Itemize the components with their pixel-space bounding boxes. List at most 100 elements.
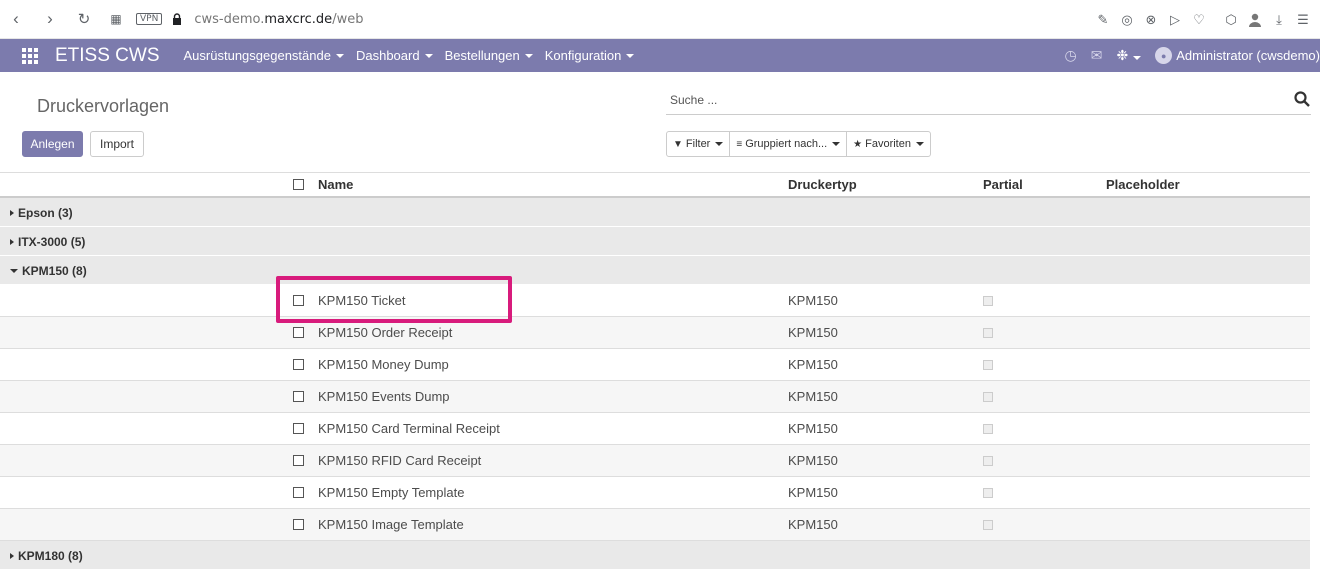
table-row[interactable]: KPM150 Empty Template KPM150	[0, 477, 1310, 509]
row-printer-type: KPM150	[788, 517, 838, 532]
import-button[interactable]: Import	[90, 131, 144, 157]
group-row-kpm150[interactable]: KPM150 (8)	[0, 256, 1310, 285]
caret-down-icon	[424, 53, 433, 58]
group-row-itx3000[interactable]: ITX-3000 (5)	[0, 227, 1310, 256]
row-checkbox[interactable]	[293, 359, 304, 370]
row-checkbox[interactable]	[293, 519, 304, 530]
menu-label: Konfiguration	[544, 48, 622, 63]
table-row[interactable]: KPM150 Card Terminal Receipt KPM150	[0, 413, 1310, 445]
reload-icon[interactable]: ↻	[74, 9, 94, 29]
menu-label: Bestellungen	[444, 48, 520, 63]
row-printer-type: KPM150	[788, 453, 838, 468]
create-button[interactable]: Anlegen	[22, 131, 83, 157]
row-printer-type: KPM150	[788, 293, 838, 308]
user-menu[interactable]: Administrator (cwsdemo)	[1176, 48, 1320, 63]
camera-icon[interactable]: ◎	[1116, 9, 1138, 31]
table-row[interactable]: KPM150 Money Dump KPM150	[0, 349, 1310, 381]
star-icon: ★	[853, 138, 863, 150]
row-name: KPM150 Empty Template	[318, 485, 465, 500]
table-row[interactable]: KPM150 RFID Card Receipt KPM150	[0, 445, 1310, 477]
list-view: Name Druckertyp Partial Placeholder Epso…	[0, 172, 1310, 570]
table-row[interactable]: KPM150 Events Dump KPM150	[0, 381, 1310, 413]
filter-button[interactable]: ▼ Filter	[666, 131, 731, 157]
avatar[interactable]: ●	[1155, 47, 1173, 64]
top-menu: Ausrüstungsgegenstände Dashboard Bestell…	[184, 48, 647, 63]
row-name: KPM150 Image Template	[318, 517, 464, 532]
menu-label: Dashboard	[355, 48, 420, 63]
control-panel: Druckervorlagen Anlegen Import ▼Filter ≡…	[0, 72, 1320, 172]
favorites-label: Favoriten	[865, 138, 911, 150]
share-icon[interactable]: ✎	[1092, 9, 1114, 31]
menu-ausruestung[interactable]: Ausrüstungsgegenstände	[184, 48, 344, 63]
column-name[interactable]: Name	[318, 173, 353, 196]
download-icon[interactable]: ⤓	[1268, 9, 1290, 31]
search-bar	[666, 87, 1311, 115]
search-input[interactable]	[666, 87, 1311, 113]
speed-dial-icon[interactable]: ▦	[106, 9, 126, 29]
url-domain: maxcrc.de	[264, 11, 333, 27]
select-all-checkbox[interactable]	[293, 179, 304, 190]
row-checkbox[interactable]	[293, 455, 304, 466]
favorites-button[interactable]: ★ Favoriten	[846, 131, 931, 157]
partial-checkbox	[983, 327, 993, 338]
group-row-epson[interactable]: Epson (3)	[0, 198, 1310, 227]
row-checkbox[interactable]	[293, 391, 304, 402]
table-row[interactable]: KPM150 Image Template KPM150	[0, 509, 1310, 541]
browser-toolbar: ‹ › ↻ ▦ VPN cws-demo.maxcrc.de/web ✎ ◎ ⊗…	[0, 0, 1320, 39]
row-printer-type: KPM150	[788, 357, 838, 372]
column-placeholder[interactable]: Placeholder	[1106, 173, 1180, 196]
list-icon: ≡	[736, 138, 743, 150]
forward-icon[interactable]: ›	[40, 9, 60, 29]
row-name: KPM150 Events Dump	[318, 389, 450, 404]
chat-icon[interactable]: ✉	[1091, 47, 1103, 64]
search-icon[interactable]	[1293, 90, 1311, 108]
row-name: KPM150 Ticket	[318, 293, 406, 308]
caret-down-icon	[915, 142, 924, 146]
cube-icon[interactable]: ⬡	[1220, 9, 1242, 31]
partial-checkbox	[983, 423, 993, 434]
apps-grid-icon[interactable]	[22, 47, 38, 64]
groupby-label: Gruppiert nach...	[745, 138, 828, 150]
table-row[interactable]: KPM150 Order Receipt KPM150	[0, 317, 1310, 349]
column-partial[interactable]: Partial	[983, 173, 1023, 196]
table-header: Name Druckertyp Partial Placeholder	[0, 172, 1310, 198]
back-icon[interactable]: ‹	[6, 9, 26, 29]
groupby-button[interactable]: ≡ Gruppiert nach...	[729, 131, 848, 157]
group-label: KPM150 (8)	[22, 264, 87, 278]
partial-checkbox	[983, 519, 993, 530]
partial-checkbox	[983, 359, 993, 370]
column-printer-type[interactable]: Druckertyp	[788, 173, 857, 196]
vpn-badge[interactable]: VPN	[136, 13, 163, 25]
row-printer-type: KPM150	[788, 389, 838, 404]
row-printer-type: KPM150	[788, 485, 838, 500]
caret-right-icon	[10, 553, 14, 559]
debug-icon[interactable]: ❉	[1117, 47, 1142, 64]
lock-icon[interactable]	[172, 13, 182, 25]
row-checkbox[interactable]	[293, 423, 304, 434]
caret-down-icon	[832, 142, 841, 146]
row-name: KPM150 Order Receipt	[318, 325, 453, 340]
row-name: KPM150 RFID Card Receipt	[318, 453, 482, 468]
menu-bestellungen[interactable]: Bestellungen	[445, 48, 533, 63]
heart-icon[interactable]: ♡	[1188, 9, 1210, 31]
app-brand[interactable]: ETISS CWS	[55, 45, 160, 67]
partial-checkbox	[983, 455, 993, 466]
row-checkbox[interactable]	[293, 487, 304, 498]
send-icon[interactable]: ▷	[1164, 9, 1186, 31]
row-checkbox[interactable]	[293, 295, 304, 306]
menu-konfiguration[interactable]: Konfiguration	[545, 48, 635, 63]
row-name: KPM150 Card Terminal Receipt	[318, 421, 500, 436]
table-row[interactable]: KPM150 Ticket KPM150	[0, 285, 1310, 317]
menu-dashboard[interactable]: Dashboard	[356, 48, 433, 63]
profile-icon[interactable]	[1244, 9, 1266, 31]
activity-icon[interactable]: ◷	[1065, 47, 1077, 64]
row-name: KPM150 Money Dump	[318, 357, 449, 372]
address-bar[interactable]: cws-demo.maxcrc.de/web	[194, 12, 363, 27]
row-checkbox[interactable]	[293, 327, 304, 338]
breadcrumb: Druckervorlagen	[37, 96, 170, 116]
group-row-kpm180[interactable]: KPM180 (8)	[0, 541, 1310, 570]
block-icon[interactable]: ⊗	[1140, 9, 1162, 31]
caret-down-icon	[715, 142, 724, 146]
menu-icon[interactable]: ☰	[1292, 9, 1314, 31]
url-path: /web	[332, 11, 364, 27]
